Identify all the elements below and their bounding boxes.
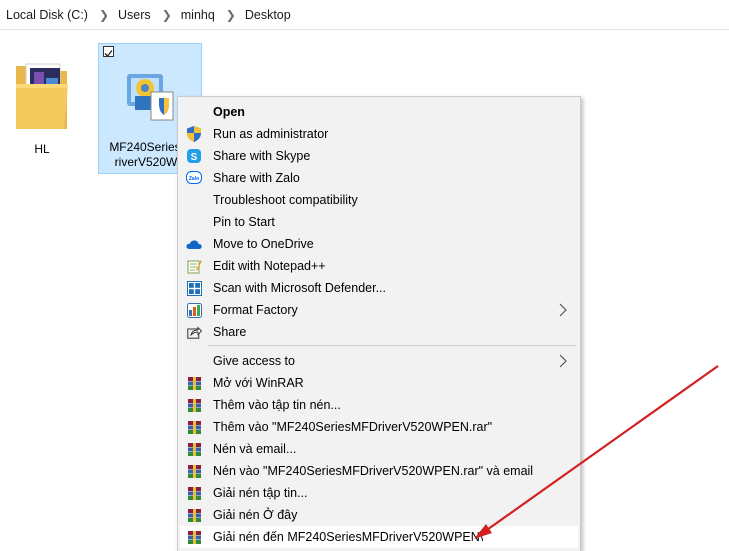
chevron-right-icon[interactable]: ❯ [162,8,172,22]
share-icon [186,324,202,340]
menu-item-scan-defender[interactable]: Scan with Microsoft Defender... [180,277,578,299]
onedrive-icon [186,236,202,252]
breadcrumb-users[interactable]: Users [118,8,151,22]
notepadpp-icon [186,258,202,274]
selection-checkbox[interactable] [103,46,114,57]
menu-item-format-factory[interactable]: Format Factory [180,299,578,321]
menu-item-pin-to-start[interactable]: Pin to Start [180,211,578,233]
menu-item-label: Mở với WinRAR [213,376,304,390]
menu-item-open-winrar[interactable]: Mở với WinRAR [180,372,578,394]
folder-icon [16,63,68,129]
menu-item-share-zalo[interactable]: Zalo Share with Zalo [180,167,578,189]
menu-item-move-to-onedrive[interactable]: Move to OneDrive [180,233,578,255]
folder-label: HL [34,142,50,156]
uac-shield-icon [186,126,202,142]
winrar-icon [186,397,202,413]
winrar-icon [186,375,202,391]
breadcrumb-desktop[interactable]: Desktop [245,8,291,22]
menu-item-edit-notepadpp[interactable]: Edit with Notepad++ [180,255,578,277]
winrar-icon [186,419,202,435]
menu-item-add-to-rar[interactable]: Thêm vào "MF240SeriesMFDriverV520WPEN.ra… [180,416,578,438]
check-icon [104,50,113,57]
chevron-right-icon[interactable]: ❯ [226,8,236,22]
installer-icon [127,74,174,121]
menu-item-label: Edit with Notepad++ [213,259,326,273]
svg-text:Zalo: Zalo [189,176,199,182]
folder-hl[interactable]: HL [4,44,80,162]
winrar-icon [186,485,202,501]
skype-icon: S [186,148,202,164]
winrar-icon [186,507,202,523]
menu-item-extract-here[interactable]: Giải nén Ở đây [180,504,578,526]
menu-item-label: Scan with Microsoft Defender... [213,281,386,295]
menu-item-label: Giải nén Ở đây [213,508,298,522]
menu-item-run-as-admin[interactable]: Run as administrator [180,123,578,145]
winrar-icon [186,463,202,479]
menu-item-share[interactable]: Share [180,321,578,343]
chevron-right-icon [559,303,567,317]
menu-item-label: Share with Zalo [213,171,300,185]
menu-item-label: Move to OneDrive [213,237,314,251]
menu-item-label: Giải nén tập tin... [213,486,308,500]
menu-item-label: Pin to Start [213,215,275,229]
menu-item-share-skype[interactable]: S Share with Skype [180,145,578,167]
menu-item-label: Thêm vào tập tin nén... [213,398,341,412]
winrar-icon [186,441,202,457]
chevron-right-icon[interactable]: ❯ [99,8,109,22]
menu-item-label: Nén vào "MF240SeriesMFDriverV520WPEN.rar… [213,464,534,478]
menu-item-label: Give access to [213,354,295,368]
menu-item-troubleshoot[interactable]: Troubleshoot compatibility [180,189,578,211]
menu-item-label: Thêm vào "MF240SeriesMFDriverV520WPEN.ra… [213,420,493,434]
menu-item-label: Format Factory [213,303,298,317]
menu-item-extract-to-folder[interactable]: Giải nén đến MF240SeriesMFDriverV520WPEN… [180,526,578,548]
zalo-icon: Zalo [186,170,202,186]
breadcrumb-minhq[interactable]: minhq [181,8,215,22]
svg-text:S: S [191,152,198,163]
context-menu: Open Run as administrator S Share with S… [177,96,581,551]
breadcrumb: Local Disk (C:) ❯ Users ❯ minhq ❯ Deskto… [0,0,729,30]
menu-item-compress-email[interactable]: Nén và email... [180,438,578,460]
menu-item-label: Share with Skype [213,149,311,163]
winrar-icon [186,529,202,545]
menu-item-label: Share [213,325,247,339]
format-factory-icon [186,302,202,318]
menu-item-label: Nén và email... [213,442,297,456]
menu-separator [208,345,576,346]
menu-item-label: Troubleshoot compatibility [213,193,358,207]
menu-item-label: Run as administrator [213,127,329,141]
breadcrumb-local-disk[interactable]: Local Disk (C:) [6,8,88,22]
chevron-right-icon [559,354,567,368]
menu-item-open[interactable]: Open [180,101,578,123]
defender-icon [186,280,202,296]
menu-item-extract-files[interactable]: Giải nén tập tin... [180,482,578,504]
menu-item-add-to-archive[interactable]: Thêm vào tập tin nén... [180,394,578,416]
menu-item-give-access[interactable]: Give access to [180,350,578,372]
menu-item-label: Giải nén đến MF240SeriesMFDriverV520WPEN… [213,530,484,544]
menu-item-compress-to-rar-email[interactable]: Nén vào "MF240SeriesMFDriverV520WPEN.rar… [180,460,578,482]
menu-item-label: Open [213,105,245,119]
